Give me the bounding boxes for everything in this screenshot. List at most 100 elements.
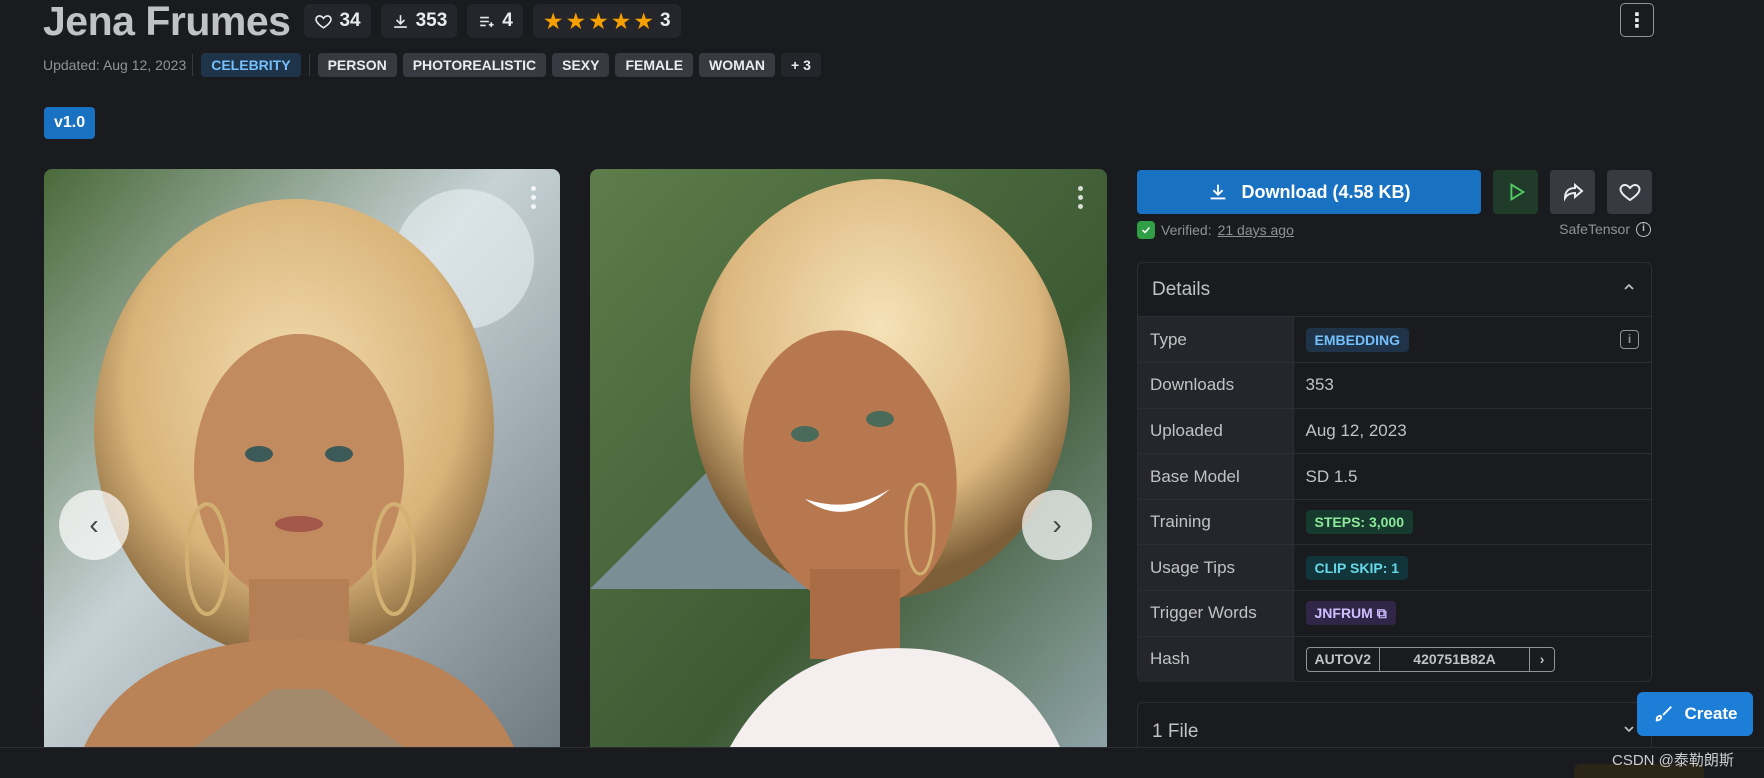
trigger-word-text: JNFRUM xyxy=(1314,605,1373,622)
star-icon: ★ xyxy=(610,7,632,34)
gallery-image-1[interactable] xyxy=(44,169,560,747)
tag-photorealistic[interactable]: PHOTOREALISTIC xyxy=(402,53,547,77)
detail-row-type: Type EMBEDDING i xyxy=(1138,317,1651,364)
heart-icon xyxy=(1619,183,1640,202)
detail-value: AUTOV2 420751B82A › xyxy=(1293,636,1651,682)
detail-key: Trigger Words xyxy=(1138,590,1294,637)
info-icon[interactable]: i xyxy=(1636,221,1651,237)
copy-icon[interactable]: ⧉ xyxy=(1377,605,1387,621)
image-options-button[interactable] xyxy=(522,181,544,213)
likes-stat[interactable]: 34 xyxy=(304,4,371,38)
details-title: Details xyxy=(1152,278,1211,300)
likes-count: 34 xyxy=(339,10,361,31)
tag-female[interactable]: FEMALE xyxy=(615,53,694,77)
brush-icon xyxy=(1655,706,1672,722)
detail-key: Type xyxy=(1138,317,1294,364)
create-label: Create xyxy=(1684,704,1738,723)
details-panel: Details Type EMBEDDING i Downloads 353 U… xyxy=(1137,262,1652,682)
chevron-right-icon: › xyxy=(1052,509,1062,540)
version-badge[interactable]: v1.0 xyxy=(44,107,96,139)
gallery-image-2[interactable] xyxy=(590,169,1107,747)
download-icon xyxy=(1211,184,1226,200)
share-icon xyxy=(1563,182,1584,202)
tag-divider xyxy=(308,54,310,76)
heart-icon xyxy=(315,14,333,29)
dots-vertical-icon: ⋮ xyxy=(1627,9,1647,32)
portrait-photo-2 xyxy=(590,169,1107,747)
training-steps-badge: STEPS: 3,000 xyxy=(1305,510,1413,535)
download-label: Download (4.58 KB) xyxy=(1241,181,1411,202)
play-icon xyxy=(1510,183,1525,201)
more-options-button[interactable]: ⋮ xyxy=(1620,3,1654,37)
detail-value: Aug 12, 2023 xyxy=(1293,408,1651,455)
detail-key: Usage Tips xyxy=(1138,544,1294,592)
meta-row: Updated: Aug 12, 2023 CELEBRITY PERSON P… xyxy=(43,53,821,77)
clip-skip-badge: CLIP SKIP: 1 xyxy=(1305,555,1409,580)
rating-stat[interactable]: ★ ★ ★ ★ ★ 3 xyxy=(532,4,681,38)
collections-stat[interactable]: 4 xyxy=(467,4,523,38)
watermark-text: CSDN @泰勒朗斯 xyxy=(1612,752,1734,769)
detail-key: Downloads xyxy=(1138,362,1294,409)
playlist-add-icon xyxy=(480,16,494,27)
create-button[interactable]: Create xyxy=(1637,692,1753,736)
gallery-prev-button[interactable]: ‹ xyxy=(59,490,129,560)
more-tags-button[interactable]: + 3 xyxy=(781,53,821,77)
hash-algo[interactable]: AUTOV2 xyxy=(1307,647,1381,671)
tag-celebrity[interactable]: CELEBRITY xyxy=(201,53,301,77)
detail-row-training: Training STEPS: 3,000 xyxy=(1138,499,1651,546)
details-table: Type EMBEDDING i Downloads 353 Uploaded … xyxy=(1138,317,1651,682)
rating-stars: ★ ★ ★ ★ ★ xyxy=(542,7,654,34)
gallery-next-button[interactable]: › xyxy=(1022,490,1092,560)
detail-key: Training xyxy=(1138,499,1294,546)
detail-row-usage-tips: Usage Tips CLIP SKIP: 1 xyxy=(1138,544,1651,592)
detail-row-base-model: Base Model SD 1.5 xyxy=(1138,453,1651,500)
star-icon: ★ xyxy=(565,7,587,34)
chevron-down-icon xyxy=(1621,721,1637,743)
detail-value: JNFRUM ⧉ xyxy=(1293,590,1651,637)
star-icon: ★ xyxy=(588,7,609,34)
model-title: Jena Frumes xyxy=(43,0,291,44)
portrait-photo-1 xyxy=(44,169,560,747)
downloads-stat: 353 xyxy=(380,4,458,38)
detail-value: STEPS: 3,000 xyxy=(1293,499,1651,546)
chevron-left-icon: ‹ xyxy=(89,509,99,540)
detail-row-downloads: Downloads 353 xyxy=(1138,362,1651,409)
tag-woman[interactable]: WOMAN xyxy=(699,53,776,77)
model-header: Jena Frumes 34 353 4 ★ ★ ★ ★ ★ 3 xyxy=(43,0,681,44)
files-title: 1 File xyxy=(1152,721,1199,742)
shield-check-icon xyxy=(1137,221,1155,239)
updated-date: Updated: Aug 12, 2023 xyxy=(43,54,194,76)
detail-value: EMBEDDING i xyxy=(1293,317,1651,364)
star-icon: ★ xyxy=(542,7,564,34)
chevron-up-icon xyxy=(1621,279,1637,301)
details-header[interactable]: Details xyxy=(1138,263,1651,317)
favorite-button[interactable] xyxy=(1607,170,1652,214)
star-icon: ★ xyxy=(633,7,654,34)
trigger-word-badge[interactable]: JNFRUM ⧉ xyxy=(1305,601,1396,626)
info-icon[interactable]: i xyxy=(1620,330,1639,349)
share-button[interactable] xyxy=(1550,170,1595,214)
footer-bar xyxy=(0,747,1764,778)
detail-row-uploaded: Uploaded Aug 12, 2023 xyxy=(1138,408,1651,455)
detail-row-hash: Hash AUTOV2 420751B82A › xyxy=(1138,636,1651,682)
chevron-right-icon[interactable]: › xyxy=(1530,648,1554,671)
run-model-button[interactable] xyxy=(1493,170,1538,214)
detail-key: Hash xyxy=(1138,636,1294,682)
hash-widget[interactable]: AUTOV2 420751B82A › xyxy=(1305,646,1556,672)
downloads-count: 353 xyxy=(415,10,448,31)
tag-person[interactable]: PERSON xyxy=(317,53,397,77)
safetensor-label: SafeTensor i xyxy=(1559,221,1651,237)
verified-status: Verified: 21 days ago xyxy=(1137,221,1294,239)
detail-value: SD 1.5 xyxy=(1293,453,1651,500)
verified-date-link[interactable]: 21 days ago xyxy=(1218,222,1294,238)
detail-row-trigger-words: Trigger Words JNFRUM ⧉ xyxy=(1138,590,1651,637)
verified-prefix: Verified: xyxy=(1161,222,1212,238)
download-icon xyxy=(393,14,407,28)
image-options-button[interactable] xyxy=(1069,181,1091,213)
collections-count: 4 xyxy=(502,10,513,31)
detail-value: 353 xyxy=(1293,362,1651,409)
hash-value[interactable]: 420751B82A xyxy=(1380,647,1531,671)
tag-sexy[interactable]: SEXY xyxy=(552,53,610,77)
safetensor-text: SafeTensor xyxy=(1559,221,1630,237)
download-button[interactable]: Download (4.58 KB) xyxy=(1137,170,1481,214)
